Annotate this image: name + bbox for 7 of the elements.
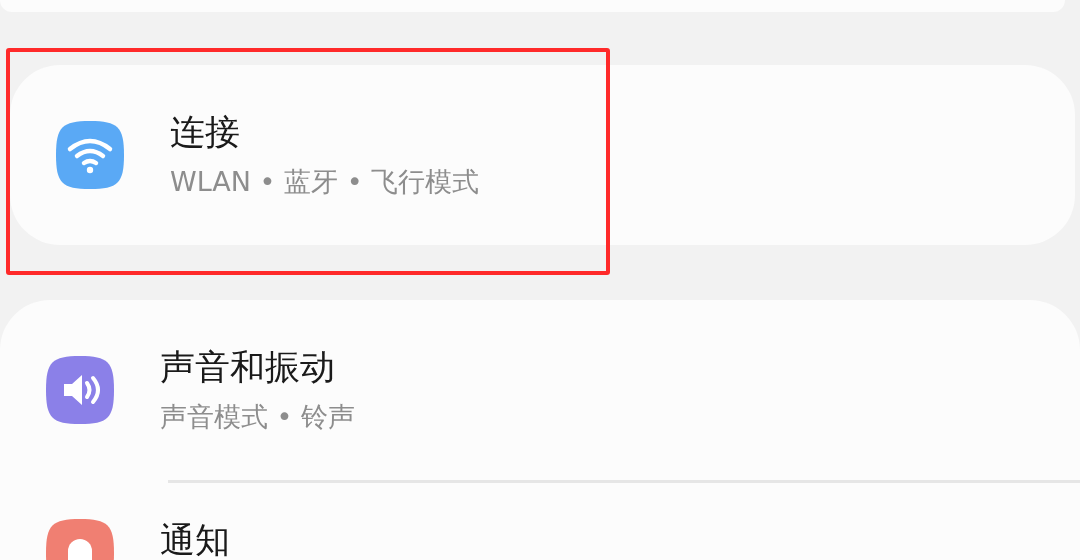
- setting-subtitle: 声音模式 • 铃声: [160, 400, 356, 434]
- setting-title[interactable]: 通知: [160, 517, 230, 560]
- setting-title[interactable]: 声音和振动: [160, 344, 356, 390]
- setting-subtitle: WLAN • 蓝牙 • 飞行模式: [170, 165, 480, 199]
- wifi-icon[interactable]: [54, 119, 126, 191]
- speaker-icon[interactable]: [44, 354, 116, 426]
- setting-title[interactable]: 连接: [170, 109, 480, 155]
